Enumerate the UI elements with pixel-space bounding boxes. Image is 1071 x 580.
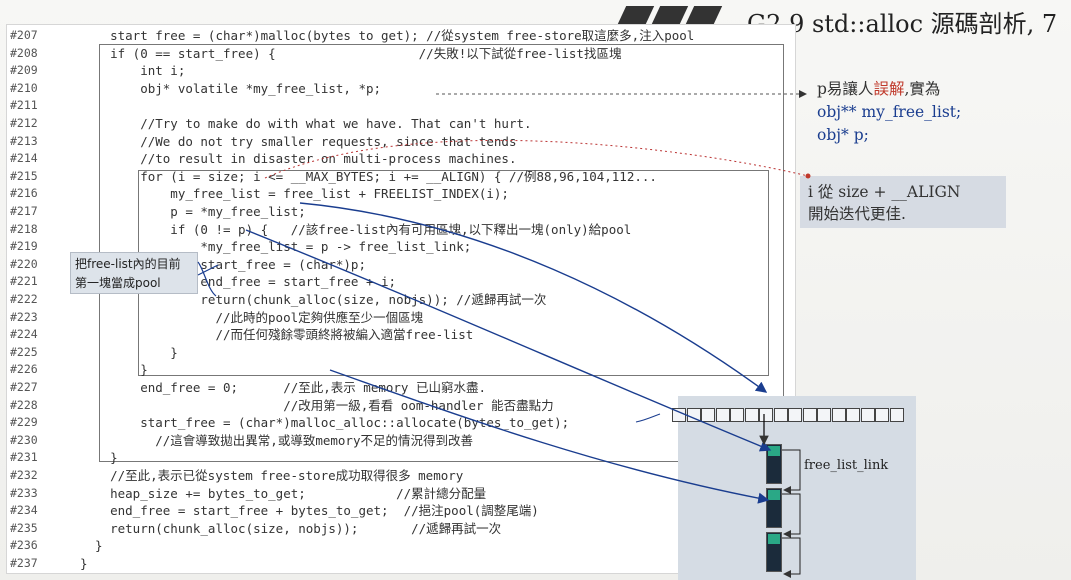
- slide: G2.9 std::alloc 源碼剖析, 7 #207 start free …: [0, 0, 1071, 580]
- annotation-arrows: [197, 90, 811, 578]
